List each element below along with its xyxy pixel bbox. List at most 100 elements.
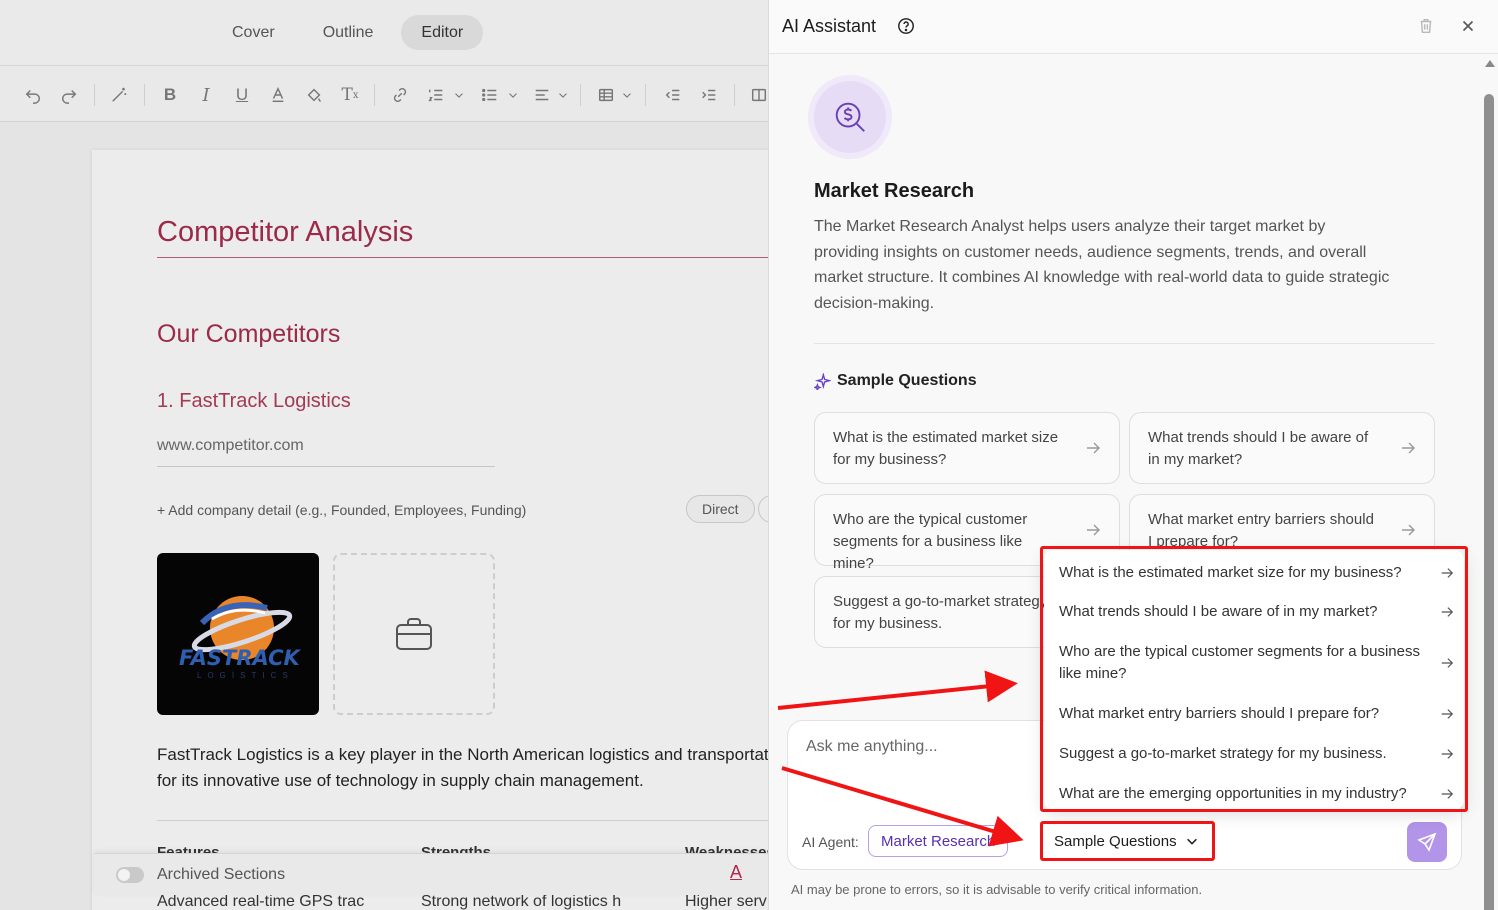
document-title[interactable]: Competitor Analysis [157,216,413,249]
arrow-right-icon [1402,524,1415,536]
chevron-down-icon[interactable] [452,84,466,106]
table-cell[interactable]: Higher serv [685,893,768,910]
chevron-down-icon[interactable] [620,84,634,106]
dropdown-question[interactable]: What is the estimated market size for my… [1059,562,1454,584]
table-cell[interactable]: Strong network of logistics h [421,893,631,910]
dropdown-question[interactable]: What trends should I be aware of in my m… [1059,601,1454,623]
arrow-right-icon [1441,749,1454,759]
dropdown-question-text: Who are the typical customer segments fo… [1059,643,1420,682]
font-style-icon[interactable]: A [730,862,742,883]
sample-questions-button-label: Sample Questions [1054,832,1177,850]
scroll-up-icon[interactable] [1485,60,1495,67]
formatting-toolbar: B I U Tx [0,66,768,122]
trash-icon[interactable] [1417,17,1435,35]
magic-wand-icon[interactable] [108,84,130,106]
description-line: FastTrack Logistics is a key player in t… [157,745,768,764]
bold-icon[interactable]: B [159,84,181,106]
arrow-right-icon [1402,442,1415,454]
competitor-type-chip[interactable]: Direct [686,495,755,523]
tab-outline[interactable]: Outline [303,15,394,50]
dropdown-question[interactable]: Suggest a go-to-market strategy for my b… [1059,743,1454,765]
scrollbar[interactable] [1482,56,1496,910]
divider [814,343,1435,344]
link-icon[interactable] [389,84,411,106]
editor-topbar: Cover Outline Editor [0,0,768,66]
indent-icon[interactable] [698,84,720,106]
dropdown-question-text: What trends should I be aware of in my m… [1059,603,1378,620]
agent-avatar [814,81,886,153]
sample-question-card[interactable]: What is the estimated market size for my… [814,412,1120,484]
dropdown-question[interactable]: What are the emerging opportunities in m… [1059,783,1454,805]
scroll-thumb[interactable] [1484,94,1494,910]
arrow-right-icon [1441,607,1454,617]
card-text: Suggest a go-to-market strategy for my b… [833,593,1048,632]
card-text: Who are the typical customer segments fo… [833,511,1028,572]
dropdown-question-text: What market entry barriers should I prep… [1059,705,1380,722]
sample-question-card[interactable]: What trends should I be aware of in my m… [1129,412,1435,484]
view-tabs: Cover Outline Editor [212,15,484,50]
planet-logo-icon [191,596,293,660]
send-button[interactable] [1407,822,1447,862]
chevron-down-icon[interactable] [506,84,520,106]
arrow-right-icon [1441,709,1454,719]
arrow-right-icon [1087,442,1100,454]
archived-sections-label: Archived Sections [157,865,286,883]
dropdown-question-text: Suggest a go-to-market strategy for my b… [1059,745,1387,762]
description-line: for its innovative use of technology in … [157,771,644,790]
sample-questions-dropdown: What is the estimated market size for my… [1044,550,1464,810]
archived-toggle[interactable] [116,866,144,883]
sample-questions-title: Sample Questions [837,372,977,389]
columns-icon[interactable] [748,84,768,106]
dollar-search-icon [835,102,865,132]
competitor-description[interactable]: FastTrack Logistics is a key player in t… [157,742,768,794]
logo-subtext: LOGISTICS [197,671,294,680]
chevron-down-icon [1186,838,1197,845]
table-icon[interactable] [595,84,617,106]
tab-cover[interactable]: Cover [212,15,295,50]
briefcase-icon [396,618,432,650]
dropdown-question[interactable]: What market entry barriers should I prep… [1059,703,1454,725]
panel-header: AI Assistant [769,0,1498,54]
clear-format-icon[interactable]: Tx [339,84,361,106]
arrow-right-icon [1441,658,1454,668]
competitor-website[interactable]: www.competitor.com [157,437,304,455]
agent-name: Market Research [814,180,975,202]
redo-icon[interactable] [58,84,80,106]
competitor-logo[interactable]: FASTRACK LOGISTICS [157,553,319,715]
outdent-icon[interactable] [662,84,684,106]
card-text: What market entry barriers should I prep… [1148,511,1374,550]
title-underline [157,257,768,258]
table-cell[interactable]: Advanced real-time GPS trac [157,893,367,910]
document-editor: Cover Outline Editor B I U Tx Competitor… [0,0,768,910]
italic-icon[interactable]: I [195,84,217,106]
underline-icon[interactable]: U [231,84,253,106]
add-company-detail-button[interactable]: + Add company detail (e.g., Founded, Emp… [157,502,526,518]
arrow-right-icon [1441,789,1454,799]
panel-title: AI Assistant [782,16,877,36]
undo-icon[interactable] [22,84,44,106]
sample-questions-button[interactable]: Sample Questions [1048,825,1207,857]
image-placeholder[interactable] [333,553,495,715]
close-icon[interactable] [1459,17,1477,35]
sample-questions-heading: Sample Questions [814,372,977,390]
text-color-icon[interactable] [267,84,289,106]
agent-selector[interactable]: Market Research [868,825,1009,857]
chevron-down-icon[interactable] [556,84,570,106]
numbered-list-icon[interactable] [425,84,447,106]
competitor-heading[interactable]: 1. FastTrack Logistics [157,390,351,413]
website-underline [157,466,495,467]
send-icon [1417,832,1437,852]
dropdown-question[interactable]: Who are the typical customer segments fo… [1059,641,1454,685]
bullet-list-icon[interactable] [479,84,501,106]
card-text: What trends should I be aware of in my m… [1148,429,1369,468]
highlight-icon[interactable] [303,84,325,106]
sparkle-icon [814,372,831,390]
card-text: What is the estimated market size for my… [833,429,1059,468]
chat-input[interactable]: Ask me anything... [806,738,938,756]
section-heading[interactable]: Our Competitors [157,320,340,349]
disclaimer-text: AI may be prone to errors, so it is advi… [791,882,1203,897]
document-page [92,150,768,910]
tab-editor[interactable]: Editor [401,15,484,50]
align-icon[interactable] [531,84,553,106]
help-icon[interactable] [897,17,915,35]
